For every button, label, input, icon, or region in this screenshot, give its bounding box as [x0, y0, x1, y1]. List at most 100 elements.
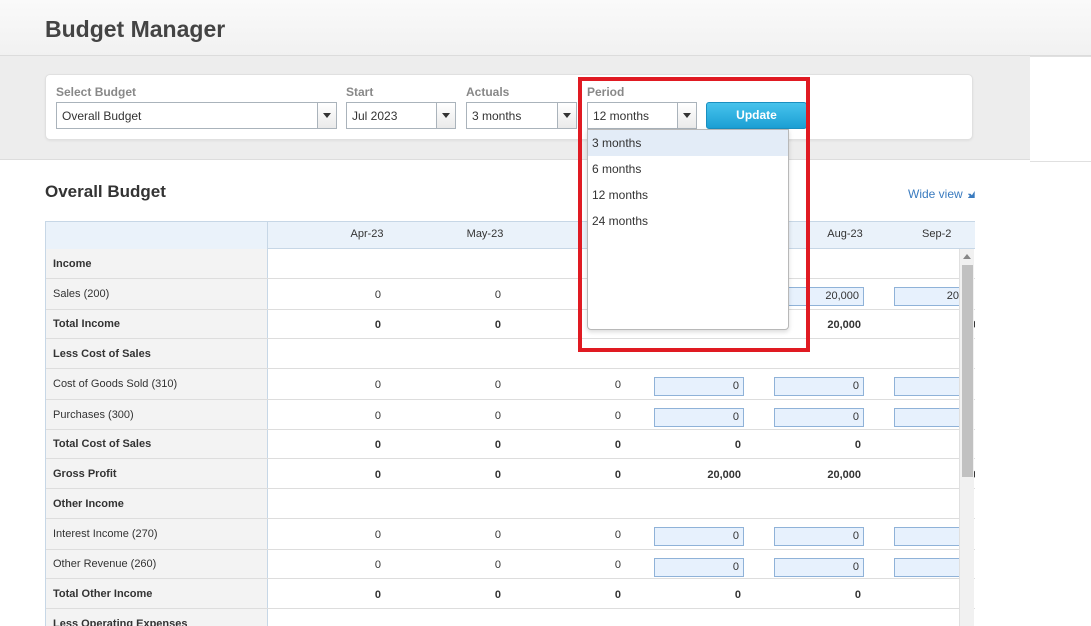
table-row: Other Revenue (260) 0 0 0 0 0 — [46, 550, 975, 579]
table-cell: 0 — [494, 289, 501, 301]
table-cell: 0 — [854, 439, 861, 451]
budget-input[interactable]: 0 — [774, 408, 864, 427]
table-cell: 0 — [614, 379, 621, 391]
table-cell — [281, 609, 381, 626]
table-cell: 0 — [374, 410, 381, 422]
budget-input[interactable] — [894, 408, 964, 427]
table-cell — [761, 609, 861, 626]
start-label: Start — [346, 85, 374, 99]
table-cell — [281, 489, 381, 519]
row-label: Other Income — [46, 489, 268, 518]
table-cell: 0 — [374, 469, 381, 481]
table-header-corner — [46, 222, 268, 249]
table-cell: 0 — [614, 589, 621, 601]
row-label: Total Cost of Sales — [46, 430, 268, 458]
select-budget-dropdown[interactable]: Overall Budget — [56, 102, 337, 129]
section-title: Overall Budget — [45, 182, 166, 201]
table-cell: 0 — [374, 379, 381, 391]
row-label: Cost of Goods Sold (310) — [46, 369, 268, 399]
table-cell — [401, 489, 501, 519]
table-cell — [521, 489, 621, 519]
table-cell: 0 — [374, 319, 381, 331]
select-budget-value: Overall Budget — [62, 109, 142, 123]
row-label: Less Cost of Sales — [46, 339, 268, 368]
row-label: Interest Income (270) — [46, 519, 268, 549]
row-label: Less Operating Expenses — [46, 609, 268, 626]
table-row: Income — [46, 249, 975, 279]
right-edge-panel — [1030, 56, 1091, 162]
wide-view-label: Wide view — [908, 187, 963, 201]
table-cell — [641, 489, 741, 519]
table-row: Less Operating Expenses — [46, 609, 975, 626]
table-cell: 0 — [374, 589, 381, 601]
row-label: Purchases (300) — [46, 400, 268, 429]
table-cell: 0 — [854, 589, 861, 601]
row-label: Other Revenue (260) — [46, 550, 268, 578]
table-cell: 20,000 — [707, 469, 741, 481]
chevron-down-icon[interactable] — [557, 103, 576, 128]
budget-input[interactable] — [894, 558, 964, 577]
table-row: Total Cost of Sales 0 0 0 0 0 — [46, 430, 975, 459]
table-row: Cost of Goods Sold (310) 0 0 0 0 0 — [46, 369, 975, 400]
table-scrollbar[interactable] — [959, 249, 974, 626]
row-label: Gross Profit — [46, 459, 268, 488]
wide-view-link[interactable]: Wide view — [908, 187, 975, 201]
table-cell: 0 — [734, 589, 741, 601]
column-header: May-23 — [466, 228, 504, 240]
row-label: Total Other Income — [46, 579, 268, 608]
table-cell: 0 — [614, 559, 621, 571]
table-cell: 0 — [614, 469, 621, 481]
highlight-box — [578, 77, 810, 352]
row-label: Total Income — [46, 310, 268, 338]
scroll-up-icon[interactable] — [963, 254, 971, 259]
chevron-down-icon[interactable] — [436, 103, 455, 128]
budget-input[interactable]: 0 — [654, 558, 744, 577]
select-budget-label: Select Budget — [56, 85, 137, 99]
chevron-down-icon[interactable] — [317, 103, 336, 128]
table-row: Total Other Income 0 0 0 0 0 — [46, 579, 975, 609]
table-cell: 0 — [614, 439, 621, 451]
table-cell — [521, 609, 621, 626]
table-cell — [401, 249, 501, 279]
column-header: Sep-2 — [922, 228, 952, 240]
budget-table: Apr-23 May-23 Aug-23 Sep-2 Income Sales (… — [45, 221, 975, 626]
budget-input[interactable]: 0 — [654, 408, 744, 427]
page-header: Budget Manager — [0, 0, 1091, 56]
table-row: Less Cost of Sales — [46, 339, 975, 369]
table-row: Purchases (300) 0 0 0 0 0 — [46, 400, 975, 430]
table-row: Other Income — [46, 489, 975, 519]
table-cell: 0 — [494, 589, 501, 601]
budget-input[interactable]: 0 — [774, 527, 864, 546]
table-cell: 0 — [614, 410, 621, 422]
table-cell: 0 — [374, 559, 381, 571]
table-header-row: Apr-23 May-23 Aug-23 Sep-2 — [46, 222, 975, 249]
budget-input[interactable]: 20 — [894, 287, 964, 306]
budget-input[interactable]: 0 — [654, 527, 744, 546]
budget-input[interactable] — [894, 377, 964, 396]
table-cell: 0 — [734, 439, 741, 451]
budget-input[interactable] — [894, 527, 964, 546]
table-cell: 0 — [494, 319, 501, 331]
table-row: Sales (200) 0 0 20,000 20 — [46, 279, 975, 310]
table-cell — [401, 609, 501, 626]
table-cell: 0 — [494, 529, 501, 541]
actuals-dropdown[interactable]: 3 months — [466, 102, 577, 129]
table-cell — [761, 489, 861, 519]
table-cell — [281, 339, 381, 369]
table-cell — [281, 249, 381, 279]
table-cell: 0 — [494, 410, 501, 422]
budget-input[interactable]: 0 — [774, 558, 864, 577]
scrollbar-thumb[interactable] — [962, 265, 973, 477]
table-cell: 0 — [494, 469, 501, 481]
table-cell — [641, 609, 741, 626]
table-cell: 0 — [374, 529, 381, 541]
budget-input[interactable]: 0 — [774, 377, 864, 396]
table-cell: 0 — [614, 529, 621, 541]
row-label: Sales (200) — [46, 279, 268, 309]
row-label: Income — [46, 249, 268, 278]
column-header: Apr-23 — [350, 228, 384, 240]
table-cell: 0 — [374, 289, 381, 301]
table-cell: 20,000 — [827, 469, 861, 481]
budget-input[interactable]: 0 — [654, 377, 744, 396]
start-dropdown[interactable]: Jul 2023 — [346, 102, 456, 129]
